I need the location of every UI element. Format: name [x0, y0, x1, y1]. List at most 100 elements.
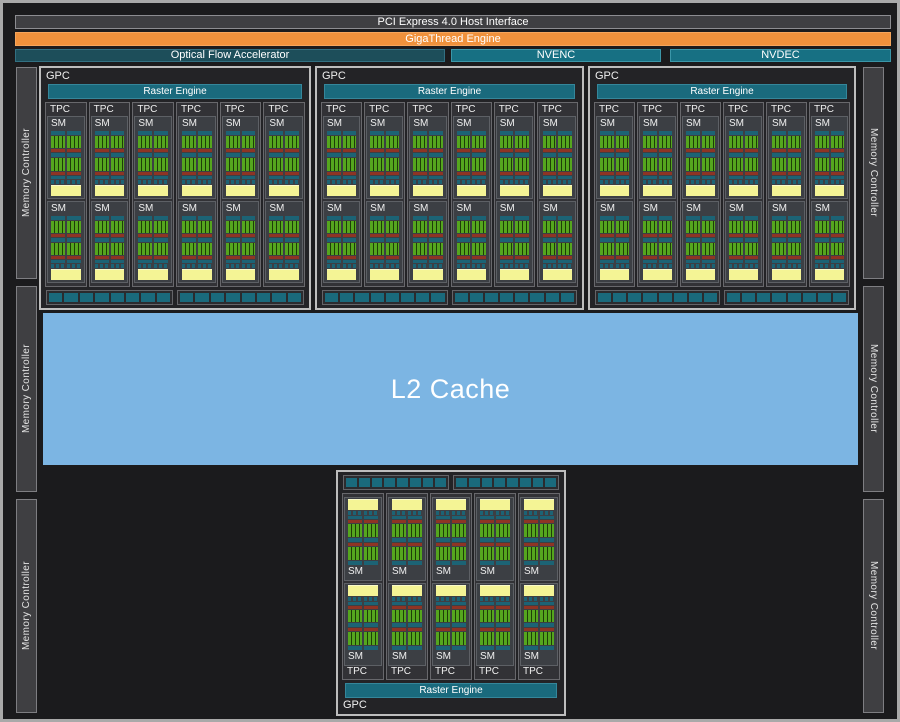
- sm-load-store-units-segment: [182, 180, 196, 184]
- sm-register-bar-segment: [327, 234, 341, 237]
- sm-scheduler-bar-segment: [327, 216, 341, 220]
- sm-dispatch-bar-segment: [457, 153, 471, 157]
- sm-block: SM: [366, 201, 403, 284]
- sm-texture-bar: [772, 260, 801, 263]
- sm-core-grid: [226, 136, 256, 148]
- gpc-block-top-1: GPCRaster EngineTPCSMSMTPCSMSMTPCSMSMTPC…: [39, 66, 311, 310]
- sm-dispatch-bar: [815, 238, 844, 242]
- sm-dispatch-bar-segment: [95, 238, 109, 242]
- sm-register-bar-segment: [540, 606, 554, 609]
- sm-register-bar-segment: [745, 172, 759, 175]
- tpc-block: TPCSMSM: [680, 102, 721, 287]
- tpc-label: TPC: [682, 104, 719, 116]
- sm-dispatch-bar: [772, 153, 801, 157]
- sm-core-grid-segment: [643, 243, 657, 255]
- sm-scheduler-bar: [543, 131, 572, 135]
- sm-register-bar: [370, 172, 399, 175]
- sm-label: SM: [686, 118, 715, 130]
- sm-l1-cache-bar-segment: [772, 269, 801, 280]
- sm-core-grid: [686, 136, 715, 148]
- sm-load-store-units: [500, 264, 529, 268]
- sm-l1-cache-bar-segment: [138, 269, 168, 280]
- sm-dispatch-bar: [524, 538, 554, 542]
- sm-core-grid-segment: [543, 221, 557, 233]
- sm-l1-cache-bar: [480, 499, 510, 510]
- sm-core-grid: [138, 243, 168, 255]
- sm-dispatch-bar: [413, 153, 442, 157]
- sm-core-grid-segment: [154, 243, 168, 255]
- rop-segment: [372, 478, 383, 487]
- rop-segment: [469, 478, 480, 487]
- sm-scheduler-bar: [269, 216, 299, 220]
- sm-load-store-units-segment: [386, 264, 400, 268]
- sm-register-bar: [686, 256, 715, 259]
- sm-texture-bar-segment: [600, 260, 614, 263]
- sm-scheduler-bar-segment: [702, 131, 716, 135]
- sm-register-bar-segment: [285, 149, 299, 152]
- rop-segment: [431, 293, 444, 302]
- sm-texture-bar-segment: [242, 260, 256, 263]
- sm-register-bar: [327, 149, 356, 152]
- rop-segment: [520, 478, 531, 487]
- sm-core-grid-segment: [729, 158, 743, 170]
- sm-l1-cache-bar-segment: [600, 185, 629, 196]
- sm-core-grid: [729, 136, 758, 148]
- sm-register-bar-segment: [429, 234, 443, 237]
- sm-block: SM: [134, 116, 172, 199]
- sm-label: SM: [457, 118, 486, 130]
- sm-texture-bar-segment: [392, 602, 406, 605]
- sm-core-grid: [815, 221, 844, 233]
- sm-texture-bar-segment: [429, 176, 443, 179]
- sm-core-grid: [480, 610, 510, 623]
- rop-segment: [659, 293, 672, 302]
- sm-l1-cache-bar: [269, 269, 299, 280]
- rop-segment: [157, 293, 170, 302]
- sm-texture-bar-segment: [457, 176, 471, 179]
- sm-core-grid-segment: [457, 221, 471, 233]
- sm-core-grid-segment: [182, 221, 196, 233]
- sm-core-grid-segment: [480, 547, 494, 560]
- sm-dispatch-bar-segment: [198, 153, 212, 157]
- sm-l1-cache-bar-segment: [370, 185, 399, 196]
- sm-block: SM: [432, 497, 470, 581]
- sm-load-store-units-segment: [269, 264, 283, 268]
- sm-register-bar-segment: [408, 628, 422, 631]
- sm-core-grid: [95, 221, 125, 233]
- sm-scheduler-bar: [480, 646, 510, 650]
- sm-scheduler-bar-segment: [348, 561, 362, 565]
- sm-core-grid: [348, 632, 378, 645]
- sm-scheduler-bar-segment: [429, 131, 443, 135]
- sm-core-grid-segment: [702, 136, 716, 148]
- sm-load-store-units: [772, 180, 801, 184]
- rop-segment: [346, 478, 357, 487]
- sm-core-grid: [543, 221, 572, 233]
- sm-load-store-units-segment: [472, 180, 486, 184]
- sm-load-store-units-segment: [67, 180, 81, 184]
- sm-core-grid: [500, 158, 529, 170]
- optical-flow-accelerator-bar: Optical Flow Accelerator: [15, 49, 445, 62]
- sm-label: SM: [182, 118, 212, 130]
- sm-load-store-units-segment: [182, 264, 196, 268]
- sm-scheduler-bar-segment: [702, 216, 716, 220]
- sm-dispatch-bar-segment: [285, 238, 299, 242]
- sm-scheduler-bar-segment: [138, 131, 152, 135]
- rop-segment: [401, 293, 414, 302]
- sm-texture-bar: [524, 602, 554, 605]
- rop-segment: [49, 293, 62, 302]
- sm-register-bar: [772, 256, 801, 259]
- rop-segment: [257, 293, 270, 302]
- sm-register-bar: [138, 256, 168, 259]
- sm-scheduler-bar-segment: [436, 646, 450, 650]
- sm-core-grid-segment: [327, 221, 341, 233]
- sm-texture-bar: [327, 176, 356, 179]
- sm-l1-cache-bar: [686, 269, 715, 280]
- sm-load-store-units-segment: [524, 511, 538, 515]
- sm-core-grid: [500, 221, 529, 233]
- sm-core-grid: [436, 524, 466, 537]
- sm-texture-bar-segment: [659, 260, 673, 263]
- gpc-label: GPC: [593, 70, 851, 83]
- sm-dispatch-bar-segment: [558, 153, 572, 157]
- sm-label: SM: [138, 118, 168, 130]
- sm-core-grid-segment: [67, 221, 81, 233]
- sm-block: SM: [725, 116, 762, 199]
